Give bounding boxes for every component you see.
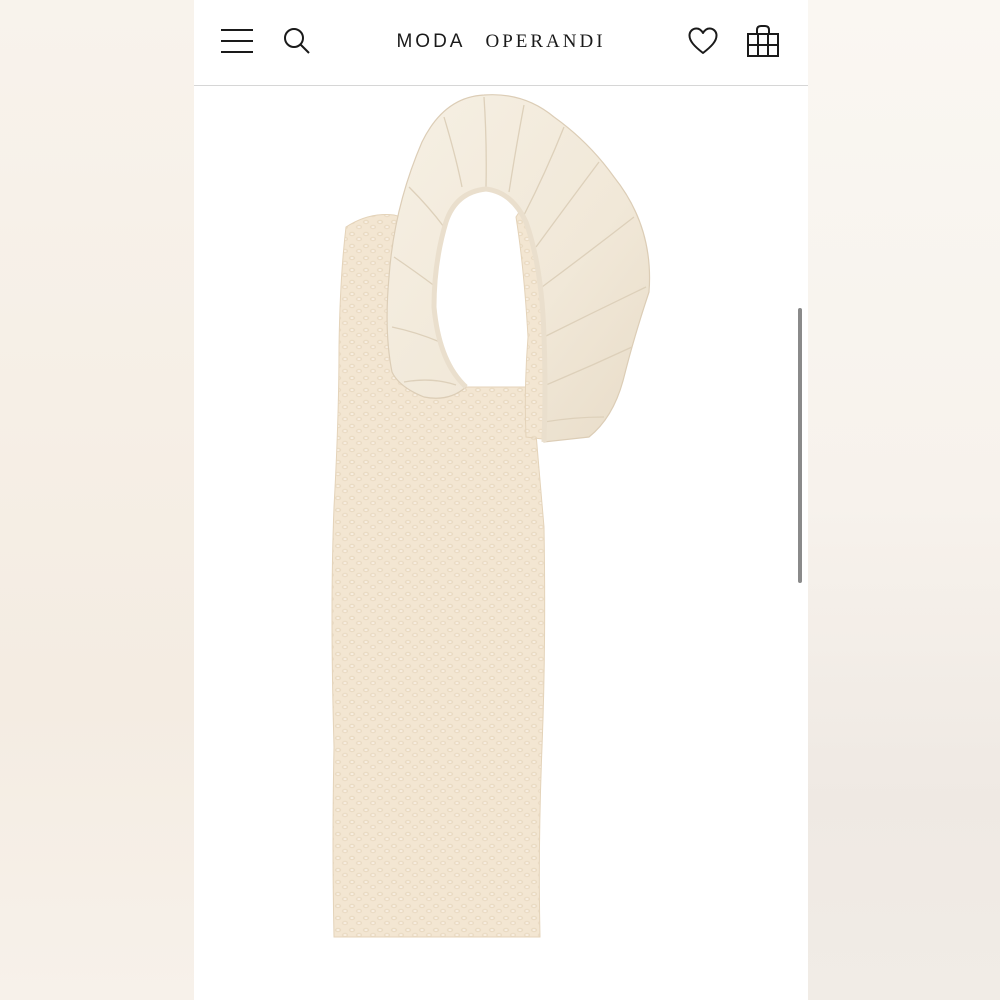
phone-screen: MODA OPERANDI bbox=[194, 0, 808, 1000]
background-blur-right bbox=[808, 0, 1000, 1000]
shopping-bag-icon bbox=[747, 25, 779, 57]
hamburger-menu-icon bbox=[221, 29, 253, 53]
brand-logo[interactable]: MODA OPERANDI bbox=[374, 28, 628, 56]
search-button[interactable] bbox=[278, 22, 316, 60]
one-shoulder-ruffle-dress-image bbox=[331, 94, 651, 938]
shopping-bag-button[interactable] bbox=[744, 22, 782, 60]
logo-word-operandi: OPERANDI bbox=[485, 31, 606, 52]
top-navigation-bar: MODA OPERANDI bbox=[194, 0, 808, 86]
heart-icon bbox=[688, 27, 718, 54]
search-icon bbox=[284, 28, 310, 54]
wishlist-button[interactable] bbox=[684, 22, 722, 60]
scrollbar[interactable] bbox=[798, 308, 802, 583]
menu-button[interactable] bbox=[218, 22, 256, 60]
product-image-area[interactable] bbox=[194, 87, 808, 1000]
logo-word-moda: MODA bbox=[396, 31, 466, 52]
background-blur-left bbox=[0, 0, 194, 1000]
